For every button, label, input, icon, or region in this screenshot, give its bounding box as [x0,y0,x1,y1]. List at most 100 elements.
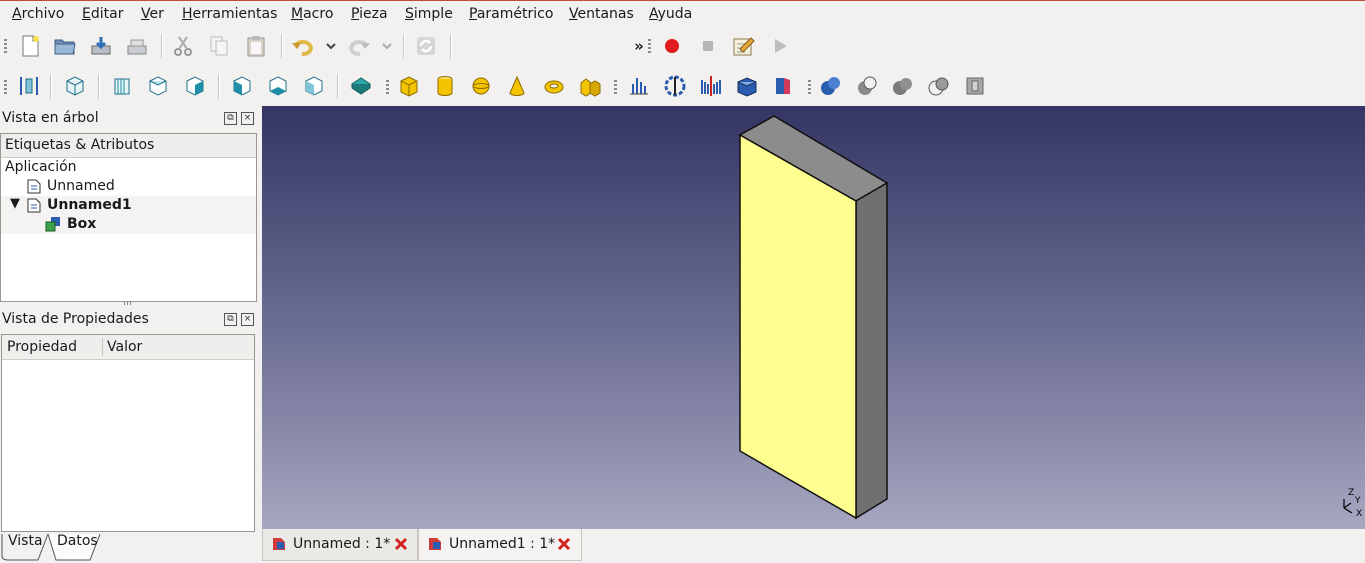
menu-editar-label: ditar [90,6,124,22]
measure-distance-button[interactable] [348,73,374,99]
part-fillet-button[interactable] [734,73,760,99]
part-box-button[interactable] [396,73,422,99]
part-torus-button[interactable] [541,73,567,99]
close-tab-icon[interactable] [556,536,572,552]
toolbar-grip[interactable] [808,80,811,94]
view-front-button[interactable] [109,73,135,99]
undo-dropdown-button[interactable] [318,33,344,59]
part-mirror-button[interactable] [698,73,724,99]
view-right-button[interactable] [182,73,208,99]
menu-editar-mnemonic: E [82,6,91,22]
part-revolve-button[interactable] [662,73,688,99]
tree-item-unnamed[interactable]: Unnamed [1,177,256,196]
part-sphere-button[interactable] [468,73,494,99]
toolbar-grip[interactable] [386,80,389,94]
undo-button[interactable] [290,33,316,59]
refresh-button[interactable] [413,33,439,59]
menu-herramientas[interactable]: Herramientas [182,6,277,22]
toolbar-grip[interactable] [4,39,7,53]
tree-root-application[interactable]: Aplicación [1,158,256,177]
property-view-title: Vista de Propiedades [2,311,149,327]
save-as-button[interactable] [124,33,150,59]
macro-stop-button[interactable] [695,33,721,59]
toolbar-grip[interactable] [614,80,617,94]
column-header-property[interactable]: Propiedad [7,339,77,355]
close-tab-icon[interactable] [393,536,409,552]
box-side-face[interactable] [855,181,888,520]
property-table[interactable]: Propiedad Valor [1,334,255,532]
toolbar-grip[interactable] [4,80,7,94]
tree-header-label: Etiquetas & Atributos [5,137,155,153]
tab-vista-label: Vista [8,533,43,549]
document-tab-unnamed[interactable]: Unnamed : 1* [262,529,418,561]
open-folder-icon [54,39,76,55]
property-view-close-button[interactable]: × [241,313,254,326]
tree-view-panel[interactable]: Etiquetas & Atributos Aplicación Unnamed… [0,133,257,302]
menu-ver-label: er [149,6,164,22]
tab-vista[interactable]: Vista [8,533,43,559]
expand-arrow-icon[interactable]: ▼ [10,196,20,211]
fuse-icon [893,78,912,95]
boolean-fuse-button[interactable] [890,73,916,99]
open-button[interactable] [52,33,78,59]
tree-item-box[interactable]: Box [1,215,256,234]
cone-icon [509,75,525,96]
dock-splitter-handle[interactable] [124,301,132,305]
menu-archivo[interactable]: Archivo [12,6,64,22]
menu-simple[interactable]: Simple [405,6,453,22]
record-icon [665,39,679,53]
menu-parametrico[interactable]: Paramétrico [469,6,553,22]
tree-column-header[interactable]: Etiquetas & Atributos [1,134,256,158]
paste-button[interactable] [243,33,269,59]
axis-x-label: X [1356,509,1362,519]
new-document-button[interactable] [17,33,43,59]
box-front-face[interactable] [739,133,857,520]
menu-ventanas-mnemonic: V [569,6,578,22]
boolean-common-button[interactable] [926,73,952,99]
tree-view-float-button[interactable]: ⧉ [224,112,237,125]
tree-item-unnamed1[interactable]: ▼ Unnamed1 [1,196,256,215]
save-button[interactable] [88,33,114,59]
redo-dropdown-button[interactable] [374,33,400,59]
part-primitives-button[interactable] [577,73,603,99]
tab-datos[interactable]: Datos [57,533,98,559]
part-chamfer-button[interactable] [770,73,796,99]
save-as-icon [127,39,147,55]
redo-button[interactable] [346,33,372,59]
column-separator[interactable] [102,338,103,356]
macro-edit-button[interactable] [730,33,756,59]
menu-ventanas[interactable]: Ventanas [569,6,634,22]
view-fit-all-button[interactable] [16,73,42,99]
menu-ayuda[interactable]: Ayuda [649,6,692,22]
toolbar-grip[interactable] [648,39,651,53]
column-header-value[interactable]: Valor [107,339,142,355]
menu-editar[interactable]: Editar [82,6,123,22]
view-left-button[interactable] [301,73,327,99]
restore-icon: ⧉ [227,314,234,324]
macro-record-button[interactable] [659,33,685,59]
part-extrude-button[interactable] [626,73,652,99]
tree-view-title: Vista en árbol [2,110,99,126]
document-tab-label: Unnamed : 1* [293,536,391,552]
tree-view-close-button[interactable]: × [241,112,254,125]
cut-button[interactable] [170,33,196,59]
view-bottom-button[interactable] [265,73,291,99]
view-rear-button[interactable] [229,73,255,99]
part-cone-button[interactable] [504,73,530,99]
boolean-union-button[interactable] [818,73,844,99]
menu-ver[interactable]: Ver [141,6,164,22]
view-top-button[interactable] [145,73,171,99]
boolean-cut-button[interactable] [854,73,880,99]
menu-macro[interactable]: Macro [291,6,333,22]
copy-button[interactable] [206,33,232,59]
macro-execute-button[interactable] [767,33,793,59]
menu-pieza[interactable]: Pieza [351,6,388,22]
front-view-icon [114,78,130,95]
document-tab-unnamed1[interactable]: Unnamed1 : 1* [418,529,582,561]
part-section-button[interactable] [962,73,988,99]
sphere-icon [472,77,490,95]
view-axonometric-button[interactable] [62,73,88,99]
3d-viewport[interactable]: Z Y X [262,106,1365,529]
part-cylinder-button[interactable] [432,73,458,99]
property-view-float-button[interactable]: ⧉ [224,313,237,326]
